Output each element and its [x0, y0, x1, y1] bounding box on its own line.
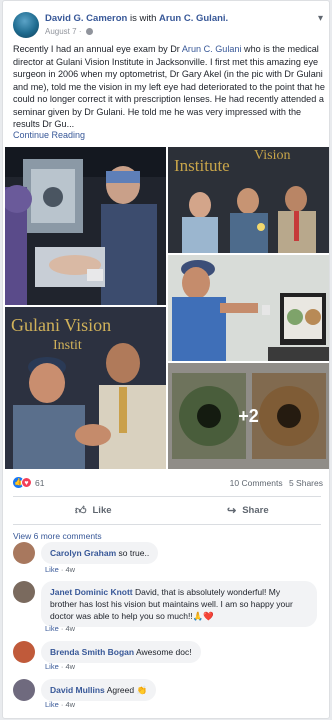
comment-time[interactable]: 4w	[65, 624, 75, 633]
post-stats: 👍 ♥ 61 10 Comments 5 Shares	[13, 477, 323, 491]
meta-dot: ·	[60, 565, 64, 574]
photo-three-men[interactable]: Institute Vision	[168, 147, 329, 253]
comments-count-link[interactable]: 10 Comments	[230, 478, 283, 488]
comment-meta: Like · 4w	[45, 565, 75, 574]
post-date[interactable]: August 7	[45, 27, 77, 36]
comment-time[interactable]: 4w	[65, 700, 75, 709]
divider	[13, 524, 321, 525]
view-more-comments-link[interactable]: View 6 more comments	[13, 531, 102, 541]
comment: David Mullins Agreed 👏 Like · 4w	[13, 679, 323, 711]
photo-eyes[interactable]: +2	[168, 363, 329, 469]
photo-surgery[interactable]	[5, 147, 166, 305]
reactions[interactable]: 👍 ♥ 61	[13, 477, 45, 489]
comment-meta: Like · 4w	[45, 700, 75, 709]
meta-dot: ·	[60, 624, 64, 633]
commenter-name[interactable]: David Mullins	[50, 685, 105, 695]
continue-reading-link[interactable]: Continue Reading	[13, 130, 85, 140]
comments-shares: 10 Comments 5 Shares	[230, 478, 323, 488]
meta-dot: ·	[60, 662, 64, 671]
comment-time[interactable]: 4w	[65, 662, 75, 671]
comment-bubble: David Mullins Agreed 👏	[41, 679, 157, 701]
share-arrow-icon: ↪	[227, 504, 237, 517]
comment: Brenda Smith Bogan Awesome doc! Like · 4…	[13, 641, 323, 671]
post-card: David G. Cameron is with Arun C. Gulani.…	[2, 0, 330, 719]
author-name[interactable]: David G. Cameron	[45, 13, 127, 24]
comment-text: Awesome doc!	[135, 647, 192, 657]
svg-text:Instit: Instit	[53, 338, 82, 353]
thumbs-up-icon: 👍︎	[75, 504, 87, 517]
post-meta: August 7 ·	[45, 27, 93, 36]
like-button-label: Like	[92, 504, 112, 516]
commenter-avatar[interactable]	[13, 581, 35, 603]
comment: Carolyn Graham so true.. Like · 4w	[13, 542, 323, 576]
commenter-avatar[interactable]	[13, 542, 35, 564]
share-button-label: Share	[242, 504, 269, 516]
globe-icon	[85, 28, 93, 35]
post-header: David G. Cameron is with Arun C. Gulani.…	[13, 11, 323, 39]
body-part-2: who is the medical director at Gulani Vi…	[13, 44, 325, 129]
post-header-line: David G. Cameron is with Arun C. Gulani.	[45, 13, 228, 24]
comment-meta: Like · 4w	[45, 662, 75, 671]
comment-bubble: Janet Dominic Knott David, that is absol…	[41, 581, 317, 627]
comment-like-link[interactable]: Like	[45, 565, 59, 574]
post-actions: 👍︎ Like ↪ Share	[13, 498, 321, 522]
love-reaction-icon: ♥	[21, 477, 32, 489]
date-separator: ·	[78, 27, 82, 36]
body-mention-link[interactable]: Arun C. Gulani	[182, 44, 242, 54]
options-chevron-icon[interactable]: ▾	[318, 13, 323, 24]
commenter-name[interactable]: Janet Dominic Knott	[50, 587, 133, 597]
more-photos-count[interactable]: +2	[168, 363, 329, 469]
author-avatar[interactable]	[13, 12, 39, 38]
photo-handshake[interactable]: Gulani Vision Instit	[5, 307, 166, 469]
comment: Janet Dominic Knott David, that is absol…	[13, 581, 323, 633]
svg-text:Vision: Vision	[254, 148, 291, 163]
commenter-avatar[interactable]	[13, 641, 35, 663]
svg-text:Gulani Vision: Gulani Vision	[11, 315, 111, 335]
comment-time[interactable]: 4w	[65, 565, 75, 574]
commenter-avatar[interactable]	[13, 679, 35, 701]
comment-like-link[interactable]: Like	[45, 662, 59, 671]
post-body: Recently I had an annual eye exam by Dr …	[13, 43, 325, 131]
share-button[interactable]: ↪ Share	[227, 498, 269, 522]
comment-bubble: Carolyn Graham so true..	[41, 542, 159, 564]
comment-like-link[interactable]: Like	[45, 624, 59, 633]
comment-meta: Like · 4w	[45, 624, 75, 633]
with-text: is with	[130, 13, 157, 24]
photo-grid: Institute Vision Gulani Vision Instit +2	[5, 147, 329, 469]
svg-text:Institute: Institute	[174, 156, 230, 175]
photo-screen[interactable]	[168, 255, 329, 361]
comment-text: so true..	[118, 548, 150, 558]
commenter-name[interactable]: Brenda Smith Bogan	[50, 647, 134, 657]
tagged-name[interactable]: Arun C. Gulani.	[159, 13, 228, 24]
divider	[13, 496, 321, 497]
commenter-name[interactable]: Carolyn Graham	[50, 548, 116, 558]
shares-count-link[interactable]: 5 Shares	[289, 478, 323, 488]
reaction-count: 61	[35, 477, 45, 488]
comment-like-link[interactable]: Like	[45, 700, 59, 709]
like-button[interactable]: 👍︎ Like	[75, 498, 112, 522]
meta-dot: ·	[60, 700, 64, 709]
body-part-1: Recently I had an annual eye exam by Dr	[13, 44, 182, 54]
comment-text: Agreed 👏	[106, 685, 148, 695]
comment-bubble: Brenda Smith Bogan Awesome doc!	[41, 641, 201, 663]
